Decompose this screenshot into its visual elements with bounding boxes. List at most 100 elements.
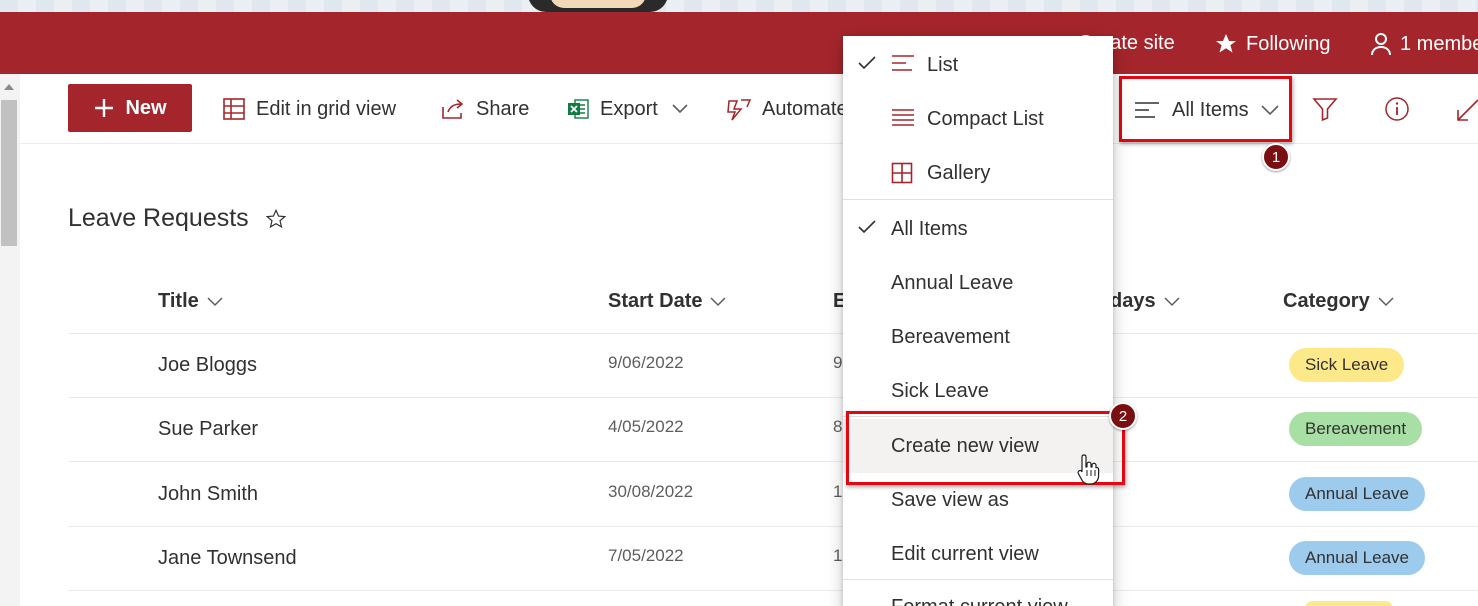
menu-item-view-all-items[interactable]: All Items bbox=[843, 202, 1113, 256]
menu-item-label: Bereavement bbox=[891, 325, 1010, 348]
menu-item-view-bereavement[interactable]: Bereavement bbox=[843, 310, 1113, 364]
list-lines-icon bbox=[1135, 102, 1159, 118]
menu-item-label: Create new view bbox=[891, 434, 1039, 457]
row-divider bbox=[68, 397, 1478, 398]
view-switcher-button[interactable]: All Items bbox=[1124, 88, 1288, 132]
row-3-start-date: 30/08/2022 bbox=[608, 482, 694, 501]
command-bar: New Edit in grid view Share Export Autom… bbox=[20, 74, 1478, 144]
column-category-label: Category bbox=[1283, 290, 1370, 312]
row-1-start-date: 9/06/2022 bbox=[608, 353, 684, 372]
new-button[interactable]: New bbox=[68, 84, 192, 132]
menu-divider bbox=[843, 416, 1113, 417]
menu-item-label: Compact List bbox=[927, 107, 1044, 130]
favorite-star-icon[interactable] bbox=[265, 208, 287, 230]
row-divider bbox=[68, 461, 1478, 462]
menu-item-gallery[interactable]: Gallery bbox=[843, 146, 1113, 200]
row-4-end-date: 1 bbox=[833, 546, 843, 565]
menu-item-create-new-view[interactable]: Create new view bbox=[843, 419, 1113, 473]
row-4-category-pill: Annual Leave bbox=[1289, 541, 1425, 575]
menu-item-view-annual-leave[interactable]: Annual Leave bbox=[843, 256, 1113, 310]
chevron-down-icon bbox=[710, 296, 727, 306]
scroll-up-arrow-icon[interactable] bbox=[4, 84, 14, 90]
compact-list-icon bbox=[892, 109, 914, 126]
banner-illustration bbox=[528, 0, 668, 12]
callout-badge-2: 2 bbox=[1109, 402, 1137, 430]
list-title-text: Leave Requests bbox=[68, 204, 249, 232]
edit-grid-view-label: Edit in grid view bbox=[256, 97, 397, 120]
hand-pointer-cursor-icon bbox=[1077, 454, 1100, 485]
automate-button[interactable]: Automate bbox=[726, 94, 848, 124]
column-header-days[interactable]: days bbox=[1110, 290, 1180, 313]
row-5-category-pill-partial bbox=[1305, 601, 1393, 606]
column-header-title[interactable]: Title bbox=[158, 290, 223, 313]
share-button[interactable]: Share bbox=[440, 94, 529, 124]
person-icon bbox=[1371, 33, 1391, 56]
column-start-date-label: Start Date bbox=[608, 290, 703, 312]
list-title: Leave Requests bbox=[68, 204, 287, 233]
menu-item-label: Gallery bbox=[927, 161, 991, 184]
chevron-down-icon bbox=[1164, 296, 1180, 306]
menu-item-save-view-as[interactable]: Save view as bbox=[843, 473, 1113, 527]
view-options-menu: List Compact List Gallery All Items Annu… bbox=[843, 36, 1113, 606]
column-header-category[interactable]: Category bbox=[1283, 290, 1394, 313]
row-4-start-date: 7/05/2022 bbox=[608, 546, 684, 565]
site-banner-image bbox=[0, 0, 1478, 12]
export-button[interactable]: Export bbox=[566, 94, 688, 124]
row-3-end-date: 1 bbox=[833, 482, 843, 501]
grid-icon bbox=[223, 98, 245, 120]
chevron-down-icon bbox=[1378, 296, 1394, 306]
row-divider bbox=[68, 333, 1478, 334]
menu-divider bbox=[843, 579, 1113, 580]
excel-icon bbox=[568, 99, 589, 119]
column-header-start-date[interactable]: Start Date bbox=[608, 290, 727, 313]
edit-grid-view-button[interactable]: Edit in grid view bbox=[222, 94, 396, 124]
menu-item-view-sick-leave[interactable]: Sick Leave bbox=[843, 364, 1113, 418]
share-icon bbox=[442, 99, 464, 119]
filter-button[interactable] bbox=[1312, 94, 1338, 124]
row-1-title[interactable]: Joe Bloggs bbox=[158, 354, 257, 377]
chevron-down-icon bbox=[1261, 104, 1279, 115]
callout-badge-1: 1 bbox=[1262, 143, 1290, 171]
menu-divider bbox=[843, 199, 1113, 200]
menu-item-label: Save view as bbox=[891, 488, 1009, 511]
share-label: Share bbox=[476, 97, 530, 120]
menu-item-label: Edit current view bbox=[891, 542, 1039, 565]
expand-button[interactable] bbox=[1456, 94, 1478, 124]
row-4-title[interactable]: Jane Townsend bbox=[158, 547, 297, 570]
members-label: 1 member bbox=[1400, 32, 1478, 55]
view-switcher-label: All Items bbox=[1172, 98, 1249, 121]
members-button[interactable]: 1 member bbox=[1370, 32, 1478, 56]
column-title-label: Title bbox=[158, 290, 199, 312]
row-2-title[interactable]: Sue Parker bbox=[158, 418, 258, 441]
menu-item-label: List bbox=[927, 53, 959, 76]
scroll-thumb[interactable] bbox=[1, 100, 17, 246]
new-button-label: New bbox=[125, 96, 167, 119]
row-1-end-date: 9 bbox=[833, 353, 843, 372]
info-button[interactable] bbox=[1384, 94, 1410, 124]
menu-item-label: Annual Leave bbox=[891, 271, 1014, 294]
following-button[interactable]: Following bbox=[1214, 32, 1330, 56]
menu-item-format-current-view[interactable]: Format current view bbox=[843, 588, 1113, 606]
row-3-title[interactable]: John Smith bbox=[158, 483, 258, 506]
plus-icon bbox=[95, 99, 114, 117]
menu-item-label: Format current view bbox=[891, 596, 1068, 606]
page-scrollbar[interactable] bbox=[0, 74, 20, 606]
checkmark-icon bbox=[858, 220, 876, 234]
menu-item-compact-list[interactable]: Compact List bbox=[843, 92, 1113, 146]
row-1-category-pill: Sick Leave bbox=[1289, 348, 1405, 382]
info-icon bbox=[1385, 97, 1409, 121]
row-divider bbox=[68, 590, 1478, 591]
menu-item-list-layout[interactable]: List bbox=[843, 38, 1113, 92]
chevron-down-icon bbox=[207, 296, 223, 306]
export-label: Export bbox=[600, 97, 658, 120]
automate-label: Automate bbox=[762, 97, 848, 120]
filter-icon bbox=[1312, 98, 1338, 122]
star-filled-icon bbox=[1216, 34, 1236, 53]
menu-item-edit-current-view[interactable]: Edit current view bbox=[843, 527, 1113, 581]
checkmark-icon bbox=[858, 56, 876, 70]
row-3-category-pill: Annual Leave bbox=[1289, 477, 1425, 511]
menu-item-label: Sick Leave bbox=[891, 379, 989, 402]
list-lines-icon bbox=[892, 55, 914, 71]
following-label: Following bbox=[1246, 32, 1331, 55]
gallery-grid-icon bbox=[891, 162, 913, 184]
